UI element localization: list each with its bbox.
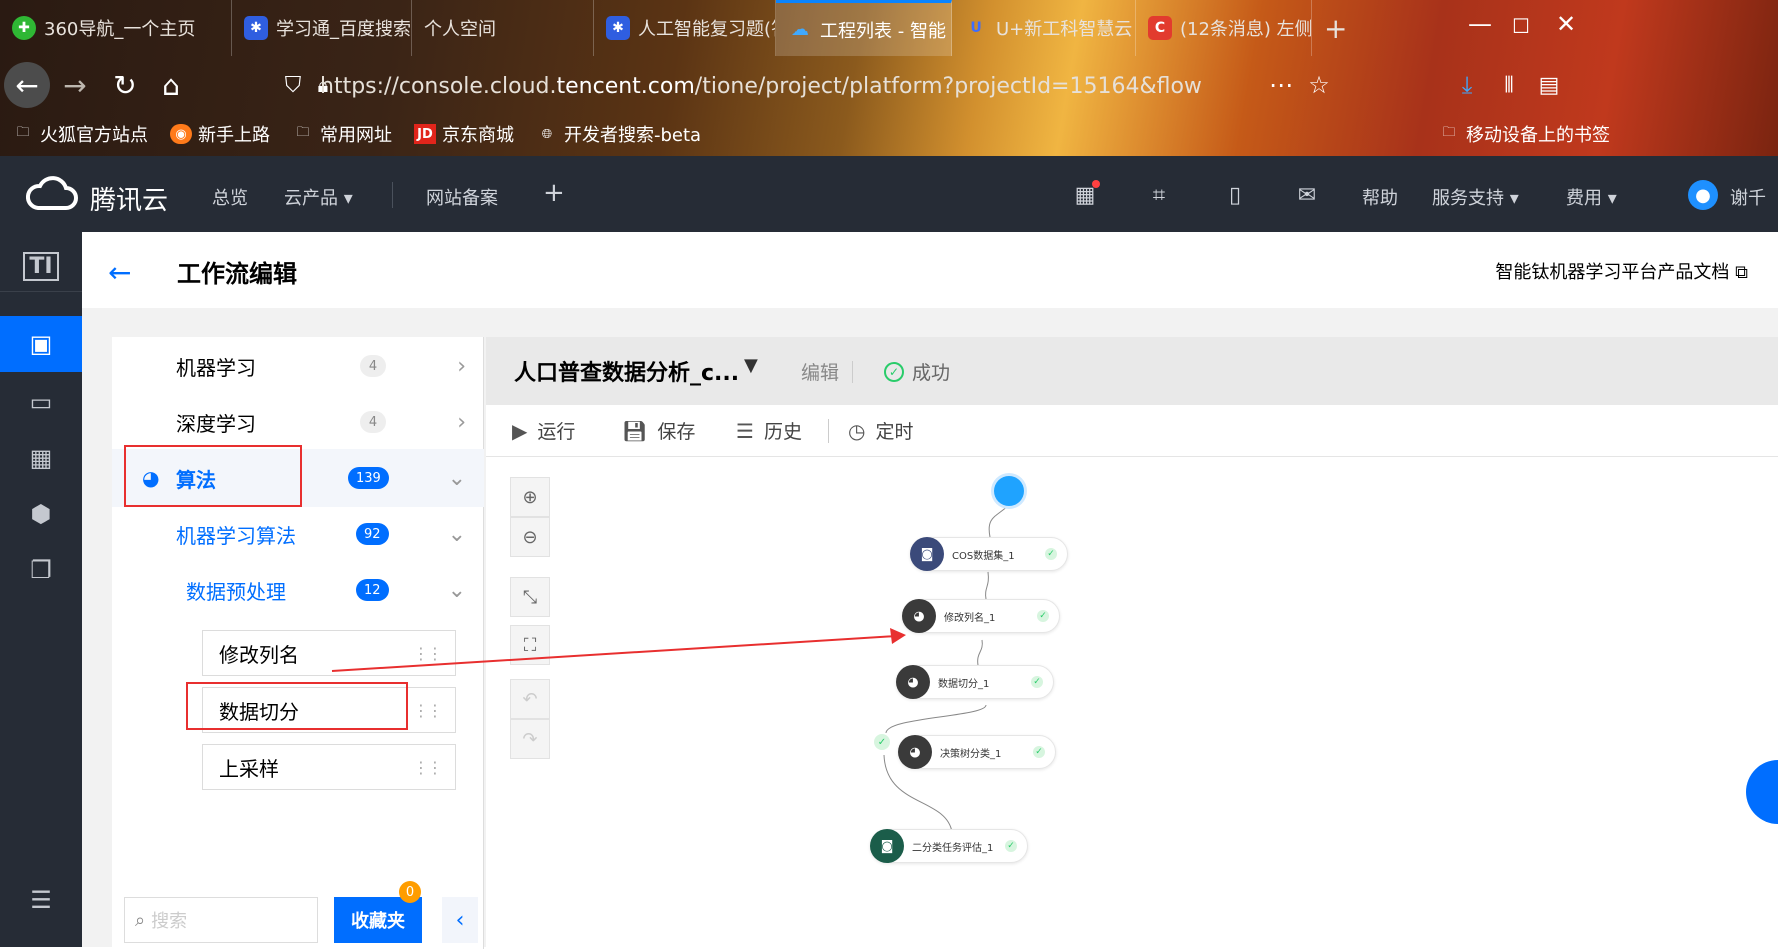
navigation-row: ← → ↻ ⌂ ⛉ 🔒︎ https://console.cloud. tence… bbox=[0, 62, 1778, 108]
home-icon[interactable]: ⌂ bbox=[148, 62, 194, 108]
annotation-arrow bbox=[331, 628, 906, 672]
browser-tab-baidu-search[interactable]: ✱ 学习通_百度搜索 bbox=[232, 0, 412, 56]
browser-tab-project-list[interactable]: ☁ 工程列表 - 智能 ✕ bbox=[776, 0, 952, 56]
browser-back-icon[interactable]: ← bbox=[4, 62, 50, 108]
avatar[interactable]: ● bbox=[1688, 180, 1718, 210]
browser-tab-360[interactable]: ✚ 360导航_一个主页 bbox=[0, 0, 232, 56]
rail-cube-icon[interactable]: ⬢ bbox=[0, 486, 82, 542]
nav-support[interactable]: 服务支持 ▾ bbox=[1432, 184, 1519, 210]
header-divider bbox=[392, 182, 393, 208]
nav-icp[interactable]: 网站备案 bbox=[426, 184, 498, 210]
reload-icon[interactable]: ↻ bbox=[102, 62, 148, 108]
bookmark-common-sites[interactable]: 🗀 常用网址 bbox=[292, 121, 392, 147]
firefox-icon: ◉ bbox=[170, 124, 192, 144]
product-rail: TI ▣ ▭ ▦ ⬢ ❐ ☰ bbox=[0, 232, 82, 947]
jd-icon: JD bbox=[414, 124, 436, 144]
bookmark-mobile[interactable]: 🗀 移动设备上的书签 bbox=[1438, 121, 1610, 147]
console-header: 腾讯云 总览 云产品 ▾ 网站备案 + ▦ ⌗ ▯ ✉ 帮助 服务支持 ▾ 费用… bbox=[0, 156, 1778, 232]
rail-calendar-icon[interactable]: ▦ bbox=[0, 430, 82, 486]
qrcode-icon[interactable]: ⌗ bbox=[1146, 182, 1172, 208]
browser-tab-ai-review[interactable]: ✱ 人工智能复习题(答 bbox=[594, 0, 776, 56]
baidu-icon: ✱ bbox=[606, 16, 630, 40]
folder-icon: 🗀 bbox=[16, 125, 30, 140]
browser-tab-personal[interactable]: 个人空间 bbox=[412, 0, 594, 56]
new-tab-button[interactable]: + bbox=[1312, 0, 1372, 56]
nav-billing[interactable]: 费用 ▾ bbox=[1566, 184, 1617, 210]
minimize-icon[interactable]: — bbox=[1468, 10, 1492, 38]
star-icon[interactable]: ☆ bbox=[1296, 62, 1342, 108]
nav-help[interactable]: 帮助 bbox=[1362, 184, 1398, 210]
bookmark-getting-started[interactable]: ◉ 新手上路 bbox=[170, 121, 270, 147]
bookmark-firefox-official[interactable]: 🗀 火狐官方站点 bbox=[12, 121, 148, 147]
csdn-icon: C bbox=[1148, 16, 1172, 40]
nav-products[interactable]: 云产品 ▾ bbox=[284, 184, 353, 210]
download-icon[interactable]: ⤓ bbox=[1444, 62, 1490, 108]
window-close-icon[interactable]: ✕ bbox=[1556, 10, 1576, 38]
address-bar[interactable]: https://console.cloud. tencent.com/tione/… bbox=[320, 68, 1240, 104]
user-name[interactable]: 谢千 bbox=[1730, 184, 1766, 210]
bookmark-dev-search[interactable]: 🌐︎ 开发者搜索-beta bbox=[536, 121, 701, 147]
bookmark-jd[interactable]: JD 京东商城 bbox=[414, 121, 514, 147]
u-icon: U bbox=[970, 20, 982, 36]
rail-monitor-icon[interactable]: ▭ bbox=[0, 374, 82, 430]
notification-dot bbox=[1092, 180, 1100, 188]
rail-expand-icon[interactable]: ☰ bbox=[0, 872, 82, 928]
sidebar-icon[interactable]: ▤ bbox=[1526, 62, 1572, 108]
360-icon: ✚ bbox=[12, 16, 36, 40]
browser-forward-icon[interactable]: → bbox=[52, 62, 98, 108]
browser-tab-csdn[interactable]: C (12条消息) 左侧 bbox=[1136, 0, 1312, 56]
rail-workflow-icon[interactable]: ▣ bbox=[0, 316, 82, 372]
main-area: ← 工作流编辑 智能钛机器学习平台产品文档 ⧉ 机器学习 4 › 深度学习 4 … bbox=[82, 232, 1778, 949]
folder-icon: 🗀 bbox=[296, 125, 310, 140]
globe-icon: 🌐︎ bbox=[541, 126, 553, 142]
nav-overview[interactable]: 总览 bbox=[212, 184, 248, 210]
ti-logo-icon[interactable]: TI bbox=[0, 242, 82, 292]
tencent-cloud-icon: ☁ bbox=[791, 19, 809, 40]
add-shortcut-icon[interactable]: + bbox=[543, 178, 565, 208]
tencent-cloud-logo-icon[interactable] bbox=[26, 176, 78, 212]
document-icon[interactable]: ▯ bbox=[1222, 182, 1248, 208]
brand-name[interactable]: 腾讯云 bbox=[90, 180, 168, 217]
folder-icon: 🗀 bbox=[1442, 125, 1456, 140]
rail-files-icon[interactable]: ❐ bbox=[0, 542, 82, 598]
baidu-icon: ✱ bbox=[244, 16, 268, 40]
maximize-icon[interactable]: ☐ bbox=[1512, 14, 1530, 38]
browser-tab-uplus[interactable]: U U+新工科智慧云 bbox=[952, 0, 1136, 56]
browser-chrome: ✚ 360导航_一个主页 ✱ 学习通_百度搜索 个人空间 ✱ 人工智能复习题(答… bbox=[0, 0, 1778, 156]
bookmarks-bar: 🗀 火狐官方站点 ◉ 新手上路 🗀 常用网址 JD 京东商城 🌐︎ 开发者搜索-beta … bbox=[0, 118, 1778, 150]
mail-icon[interactable]: ✉ bbox=[1294, 182, 1320, 208]
